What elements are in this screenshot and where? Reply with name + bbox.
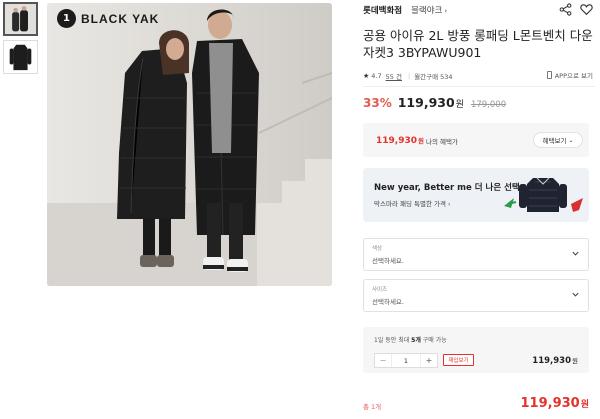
benefit-price-value: 119,930 — [376, 136, 417, 146]
top-icons — [559, 3, 593, 16]
benefit-label: 나의 혜택가 — [426, 138, 458, 146]
chevron-right-icon: › — [444, 7, 448, 15]
view-benefits-label: 혜택보기 — [542, 137, 567, 145]
app-view-label: APP으로 보기 — [554, 72, 593, 80]
total-price-unit: 원 — [580, 400, 589, 410]
divider-line — [363, 86, 595, 87]
quantity-input[interactable]: 1 — [391, 354, 421, 367]
size-select[interactable]: 사이즈 선택하세요. — [363, 279, 589, 312]
quantity-increase-button[interactable]: + — [421, 354, 437, 367]
purchase-limit-count: 5개 — [411, 337, 421, 344]
promo-banner[interactable]: New year, Better me 더 나은 선택 막스마라 패딩 특별한 … — [363, 168, 589, 222]
banner-subtitle-text: 막스마라 패딩 특별한 가격 — [374, 200, 446, 208]
thumbnail-couple[interactable] — [3, 2, 38, 36]
heart-icon[interactable] — [580, 3, 593, 16]
color-select[interactable]: 색상 선택하세요. — [363, 238, 589, 271]
line-price-value: 119,930 — [532, 356, 572, 366]
quantity-stepper: − 1 + — [374, 353, 438, 368]
sale-price-unit: 원 — [455, 100, 464, 110]
restock-button[interactable]: 재입보기 — [443, 354, 474, 366]
thumbnail-couple-image — [5, 4, 36, 34]
size-select-value: 선택하세요. — [372, 298, 404, 306]
chevron-down-icon — [571, 290, 580, 299]
main-product-image[interactable]: 1 BLACK YAK — [47, 3, 332, 286]
thumbnail-jacket-image — [4, 41, 37, 73]
thumbnail-jacket[interactable] — [3, 40, 38, 74]
sale-price: 119,930 — [397, 95, 455, 110]
size-select-label: 사이즈 — [372, 287, 388, 293]
total-row: 총 1개 119,930원 — [363, 396, 589, 414]
store-name[interactable]: 롯데백화점 — [363, 4, 402, 16]
product-title: 공용 아이유 2L 방풍 롱패딩 L몬트벤치 다운자켓3 3BYPAWU901 — [363, 28, 593, 60]
brand-link-label: 블랙야크 — [411, 6, 443, 16]
line-price-unit: 원 — [572, 357, 578, 365]
banner-subtitle: 막스마라 패딩 특별한 가격 › — [374, 198, 450, 208]
brand-logo-text: BLACK YAK — [81, 11, 160, 26]
rating-row: ★ 4.7 55 건 | 월간구매 534 APP으로 보기 — [363, 70, 595, 81]
brand-link[interactable]: 블랙야크 › — [411, 4, 447, 16]
thumbnail-list — [3, 2, 39, 78]
purchase-limit: 1일 동안 최대 5개 구매 가능 — [374, 335, 447, 344]
benefit-price-unit: 원 — [418, 137, 424, 145]
phone-icon — [546, 71, 552, 79]
divider: | — [407, 71, 411, 80]
chevron-down-icon: ⌄ — [568, 136, 574, 144]
app-view-link[interactable]: APP으로 보기 — [546, 70, 593, 80]
total-price: 119,930원 — [521, 396, 590, 411]
price-row: 33% 119,930 원 179,000 — [363, 95, 506, 112]
quantity-box: 1일 동안 최대 5개 구매 가능 − 1 + 재입보기 119,930원 — [363, 327, 589, 373]
brand-logo: 1 BLACK YAK — [57, 9, 159, 28]
chevron-right-icon: › — [447, 201, 451, 208]
product-info-panel: 롯데백화점 블랙야크 › 공용 아이유 2L 방풍 롱패딩 L몬트벤치 다운자켓3… — [363, 0, 595, 419]
quantity-decrease-button[interactable]: − — [375, 354, 391, 367]
total-price-value: 119,930 — [520, 396, 580, 411]
brand-logo-mark: 1 — [57, 9, 76, 28]
rating-value: 4.7 — [371, 71, 382, 80]
color-select-value: 선택하세요. — [372, 257, 404, 265]
benefit-price-box: 119,930원 나의 혜택가 혜택보기 ⌄ — [363, 123, 589, 157]
original-price: 179,000 — [470, 100, 507, 110]
color-select-label: 색상 — [372, 246, 383, 252]
purchase-limit-suffix: 구매 가능 — [422, 337, 447, 344]
star-icon: ★ — [363, 71, 370, 80]
line-price: 119,930원 — [532, 355, 578, 366]
product-photo — [47, 3, 332, 286]
discount-rate: 33% — [363, 96, 392, 110]
banner-title: New year, Better me 더 나은 선택 — [374, 183, 520, 193]
view-benefits-button[interactable]: 혜택보기 ⌄ — [533, 132, 583, 148]
monthly-sales: 월간구매 534 — [414, 72, 453, 81]
store-row: 롯데백화점 블랙야크 › — [363, 3, 595, 17]
review-count-link[interactable]: 55 건 — [386, 71, 402, 81]
banner-jacket-image — [504, 177, 583, 212]
total-count: 총 1개 — [363, 403, 382, 411]
chevron-down-icon — [571, 249, 580, 258]
share-icon[interactable] — [559, 3, 572, 16]
purchase-limit-prefix: 1일 동안 최대 — [374, 337, 410, 344]
benefit-price: 119,930원 — [376, 135, 424, 146]
